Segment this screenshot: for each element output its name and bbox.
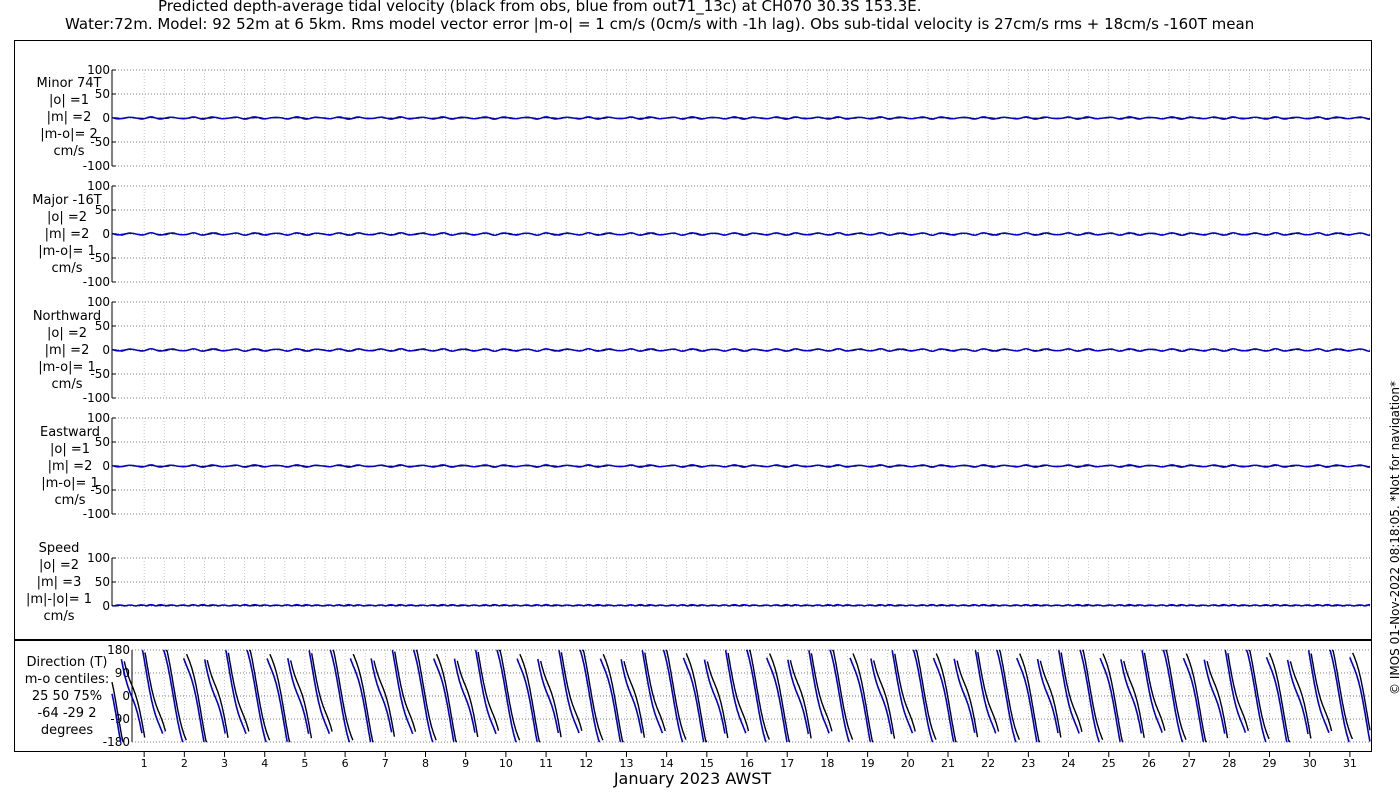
minor-y-tick-label: 100 xyxy=(87,63,110,77)
minor-y-tick-label: 0 xyxy=(102,111,110,125)
copyright-watermark: © IMOS 01-Nov-2022 08:18:05. *Not for na… xyxy=(1388,381,1400,695)
east-y-tick-label: 0 xyxy=(102,459,110,473)
minor-y-tick-label: 50 xyxy=(95,87,110,101)
major-y-tick-label: -50 xyxy=(90,251,110,265)
north-y-tick-label: -50 xyxy=(90,367,110,381)
east-y-tick-label: 100 xyxy=(87,411,110,425)
x-axis-label: January 2023 AWST xyxy=(613,769,772,788)
north-y-tick-label: 0 xyxy=(102,343,110,357)
major-y-tick-label: 0 xyxy=(102,227,110,241)
speed-y-tick-label: 0 xyxy=(102,599,110,613)
major-model-line xyxy=(111,232,1370,236)
north-y-tick-label: -100 xyxy=(83,391,110,405)
speed-y-tick-label: 50 xyxy=(95,575,110,589)
direction-y-tick-label: 180 xyxy=(107,643,130,657)
north-model-line xyxy=(111,348,1370,352)
major-y-tick-label: 100 xyxy=(87,179,110,193)
major-y-tick-label: 50 xyxy=(95,203,110,217)
east-y-tick-label: 50 xyxy=(95,435,110,449)
north-y-tick-label: 100 xyxy=(87,295,110,309)
east-y-tick-label: -100 xyxy=(83,507,110,521)
north-y-tick-label: 50 xyxy=(95,319,110,333)
major-y-tick-label: -100 xyxy=(83,275,110,289)
direction-y-tick-label: -180 xyxy=(103,735,130,749)
speed-y-tick-label: 100 xyxy=(87,551,110,565)
east-y-tick-label: -50 xyxy=(90,483,110,497)
minor-y-tick-label: -100 xyxy=(83,159,110,173)
minor-y-tick-label: -50 xyxy=(90,135,110,149)
tidal-velocity-chart: 100 50 0 -50 -100 100 50 0 -50 -100 100 50 0 -50 -100 1… xyxy=(83,63,1371,770)
